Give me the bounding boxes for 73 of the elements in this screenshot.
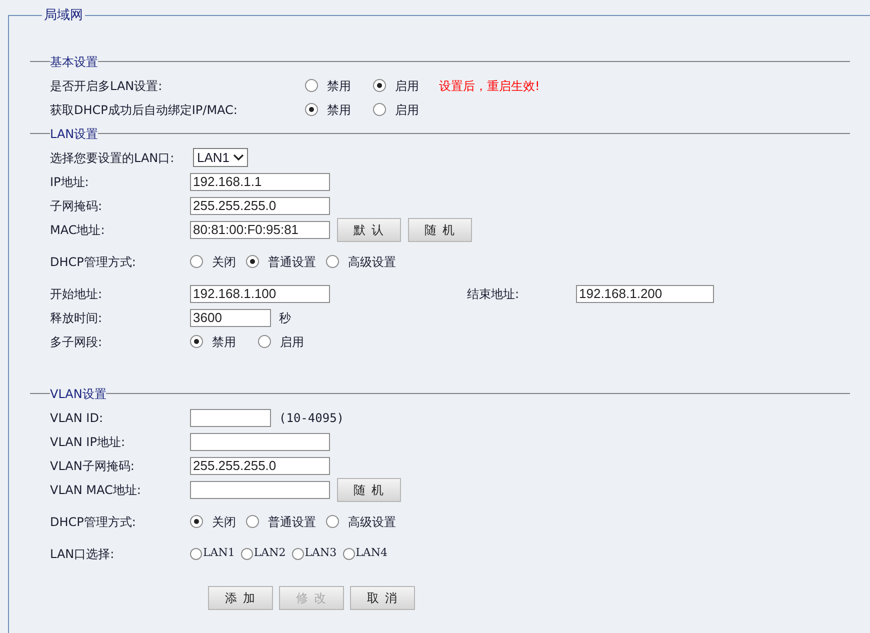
radio-button[interactable] [258,335,271,348]
option-label: 启用 [395,78,419,94]
input-field[interactable]: 80:81:00:F0:95:81 [190,220,330,238]
panel-title: 局域网 [43,7,84,25]
field-label: DHCP管理方式: [50,514,137,530]
option-label: 启用 [395,102,419,118]
section-title: VLAN设置 [50,386,106,402]
field-label: VLAN IP地址: [50,434,126,450]
field-label: IP地址: [50,174,90,190]
field-label: 开始地址: [50,286,104,302]
radio-button[interactable] [326,515,339,528]
option-label: 关闭 [212,514,236,530]
field-label: DHCP管理方式: [50,254,137,270]
field-label: 子网掩码: [50,198,104,214]
option-label: 启用 [280,334,304,350]
option-label: LAN1 [203,545,235,562]
unit-text: (10-4095) [279,410,344,426]
radio-button[interactable] [190,548,202,560]
option-label: 普通设置 [268,514,316,530]
field-label: 结束地址: [467,286,520,302]
field-label: VLAN子网掩码: [50,458,136,474]
section-title: LAN设置 [50,126,98,142]
radio-button[interactable] [305,79,318,92]
chevron-down-icon [233,154,244,161]
input-field[interactable]: 192.168.1.1 [190,172,330,190]
radio-button[interactable] [246,255,259,268]
field-label: LAN口选择: [50,546,116,562]
radio-button[interactable] [240,548,253,560]
option-label: 禁用 [327,102,351,118]
radio-button[interactable] [246,515,259,528]
option-label: 高级设置 [348,254,396,270]
field-label: VLAN MAC地址: [50,482,142,498]
action-button[interactable]: 添 加 [208,586,273,610]
radio-button[interactable] [373,79,386,92]
option-label: LAN2 [254,545,286,562]
unit-text: 秒 [279,310,291,326]
option-label: 禁用 [212,334,236,350]
radio-button[interactable] [190,335,203,348]
port-dropdown[interactable]: LAN1 [193,148,248,167]
field-label: 多子网段: [50,334,104,350]
field-label: MAC地址: [50,222,106,238]
field-label: 释放时间: [50,310,104,326]
action-button[interactable]: 随 机 [408,218,472,242]
field-label: 获取DHCP成功后自动绑定IP/MAC: [50,102,238,118]
radio-button[interactable] [190,515,203,528]
input-field[interactable] [190,408,271,426]
option-label: LAN4 [356,545,388,562]
section-title: 基本设置 [50,54,98,70]
input-field[interactable]: 255.255.255.0 [190,456,330,474]
input-field[interactable]: 255.255.255.0 [190,196,330,214]
input-field[interactable]: 192.168.1.200 [576,284,714,302]
field-label: VLAN ID: [50,410,104,426]
input-field[interactable]: 192.168.1.100 [190,284,330,302]
input-field[interactable] [190,432,330,450]
field-label: 是否开启多LAN设置: [50,78,164,94]
radio-button[interactable] [326,255,339,268]
warning-text: 设置后，重启生效! [439,78,540,94]
action-button[interactable]: 取 消 [350,586,415,610]
radio-button[interactable] [373,103,386,116]
radio-button[interactable] [292,548,304,560]
radio-button[interactable] [305,103,318,116]
input-field[interactable]: 3600 [190,308,271,326]
radio-button[interactable] [342,548,355,560]
option-label: 关闭 [212,254,236,270]
action-button[interactable]: 随 机 [337,478,401,502]
radio-button[interactable] [190,255,203,268]
input-field[interactable] [190,480,330,498]
option-label: LAN3 [304,545,337,562]
option-label: 普通设置 [268,254,316,270]
field-label: 选择您要设置的LAN口: [50,150,176,166]
action-button[interactable]: 默 认 [337,218,401,242]
option-label: 高级设置 [348,514,396,530]
option-label: 禁用 [327,78,351,94]
